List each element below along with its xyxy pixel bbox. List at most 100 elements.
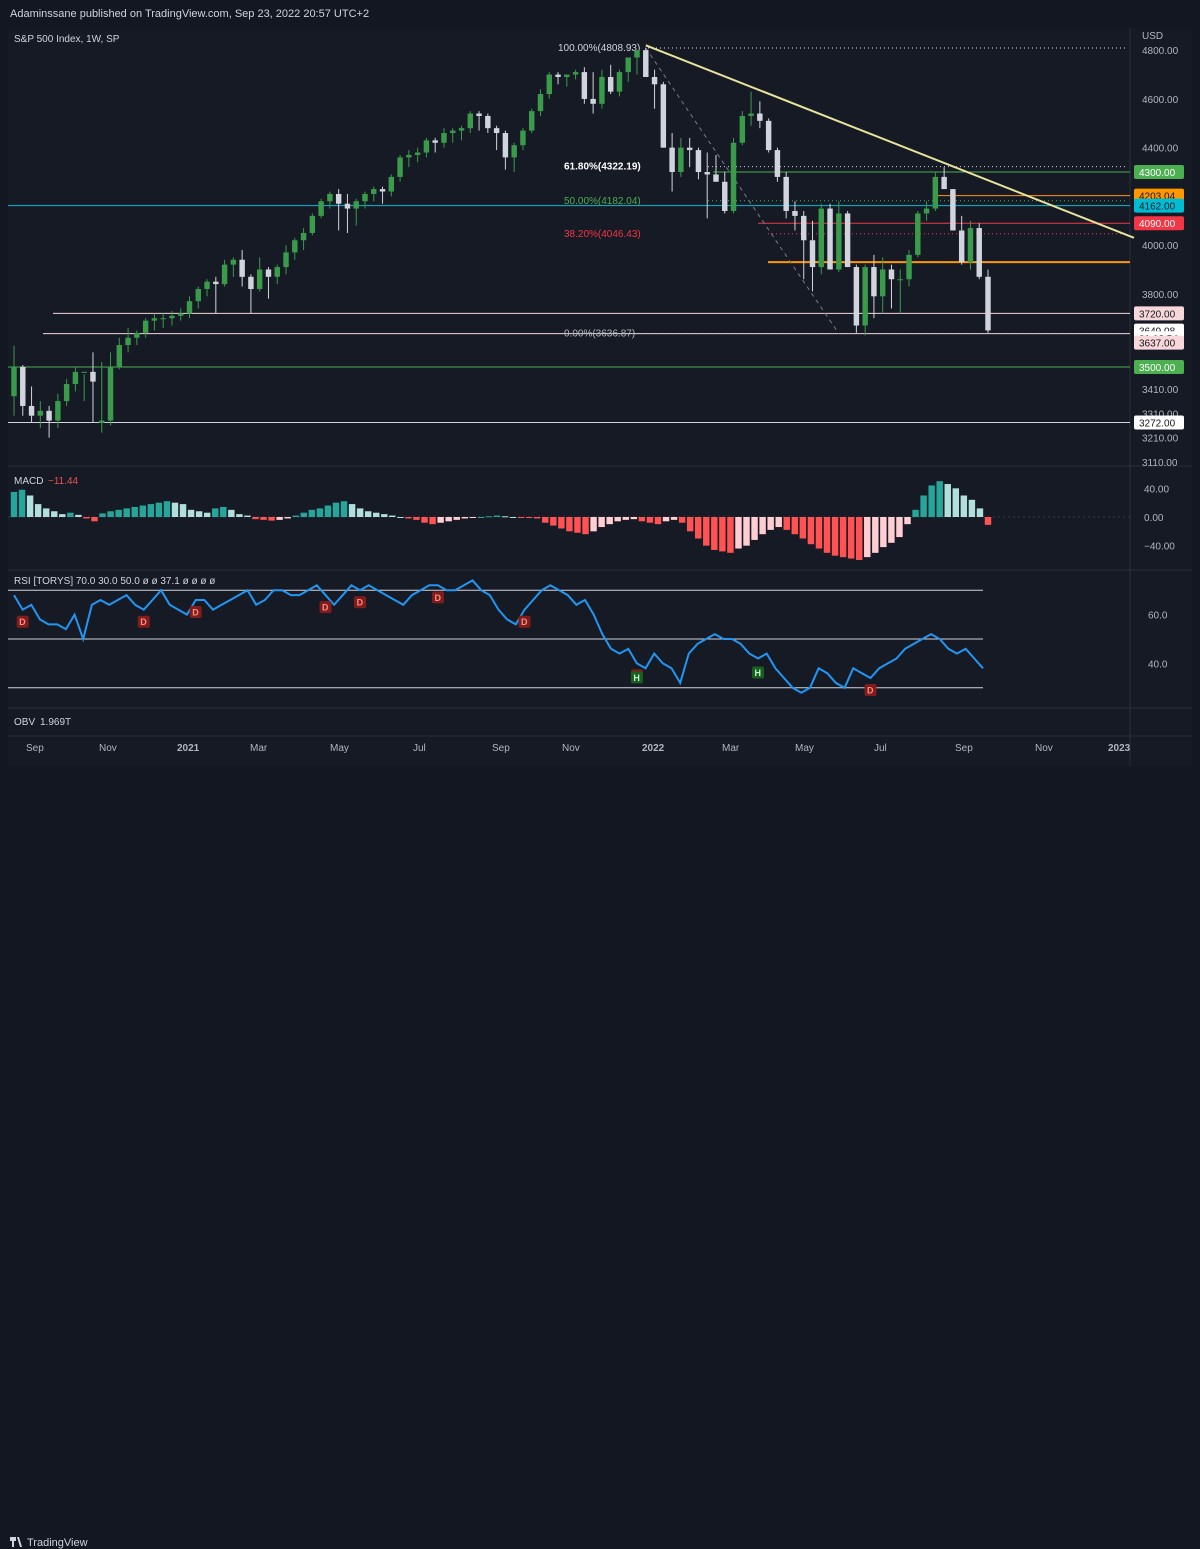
candle-body <box>55 401 61 421</box>
candle-body <box>625 57 631 73</box>
candle-body <box>63 384 70 402</box>
tradingview-logo[interactable]: TradingView <box>10 1537 88 1549</box>
macd-bar <box>18 489 26 517</box>
macd-bar <box>670 517 678 520</box>
divergence-marker-label: H <box>755 668 762 678</box>
candle-body <box>739 115 746 143</box>
price-tick-label: 4600.00 <box>1142 95 1179 106</box>
candle-body <box>265 269 272 277</box>
currency-label: USD <box>1142 31 1163 42</box>
header-bar: Adaminssane published on TradingView.com… <box>0 0 1200 28</box>
macd-bar <box>67 512 74 517</box>
macd-bar <box>864 517 871 558</box>
macd-bar <box>783 517 790 530</box>
time-axis-label: Mar <box>722 743 740 754</box>
candle-body <box>967 228 974 263</box>
tradingview-icon <box>10 1537 22 1547</box>
chart-svg[interactable]: S&P 500 Index, 1W, SP USD 4800.00 4600.00 44… <box>8 28 1192 768</box>
obv-value: 1.969T <box>40 717 71 728</box>
candle-body <box>46 410 52 421</box>
macd-bar <box>220 506 227 517</box>
macd-bar <box>662 517 670 522</box>
macd-bar <box>896 517 903 538</box>
chart-area[interactable]: S&P 500 Index, 1W, SP USD 4800.00 4600.00 44… <box>8 28 1192 768</box>
candle-body <box>178 313 184 316</box>
footer-bar: TradingView <box>0 766 1200 1549</box>
candle-body <box>256 269 263 289</box>
divergence-marker-label: D <box>434 593 441 603</box>
macd-bar <box>960 495 968 517</box>
time-axis-label: Nov <box>99 743 117 754</box>
macd-bar <box>807 517 815 545</box>
candle-body <box>327 193 333 202</box>
price-label-text: 3637.00 <box>1139 339 1176 350</box>
macd-bar <box>453 517 460 520</box>
candle-body <box>90 371 96 382</box>
time-axis-label: 2023 <box>1108 743 1131 754</box>
macd-bar <box>324 505 332 517</box>
macd-bar <box>815 517 823 549</box>
candle-body <box>844 213 851 268</box>
candle-body <box>616 72 623 92</box>
time-axis-label: May <box>330 743 349 754</box>
macd-bar <box>638 517 646 522</box>
macd-bar <box>437 517 444 523</box>
macd-bar <box>598 517 605 528</box>
macd-bar <box>228 509 235 517</box>
candle-body <box>783 176 789 212</box>
candle-body <box>467 113 474 129</box>
candle-body <box>423 140 430 153</box>
price-label-text: 4162.00 <box>1139 202 1176 213</box>
price-tick-label: 3210.00 <box>1142 434 1179 445</box>
price-label-text: 4300.00 <box>1139 168 1176 179</box>
macd-bar <box>566 517 573 532</box>
macd-bar <box>727 517 734 553</box>
rsi-tick-label: 40.0 <box>1148 659 1168 670</box>
macd-bar <box>292 515 299 517</box>
macd-bar <box>413 517 420 520</box>
candle-body <box>441 133 447 143</box>
candle-body <box>669 147 675 173</box>
divergence-marker-label: D <box>867 686 874 696</box>
candle-body <box>414 152 421 155</box>
macd-bar <box>397 517 404 518</box>
candle-body <box>607 76 614 92</box>
macd-bar <box>888 517 895 543</box>
macd-bar <box>244 515 251 517</box>
price-tick-label: 3110.00 <box>1142 458 1178 469</box>
chart-title: S&P 500 Index, 1W, SP <box>14 34 120 45</box>
candle-body <box>827 208 833 270</box>
macd-bar <box>550 517 557 526</box>
macd-bar <box>936 481 943 517</box>
macd-bar <box>236 514 243 517</box>
macd-bar <box>83 517 90 519</box>
candle-body <box>142 320 149 333</box>
macd-bar <box>381 514 388 517</box>
candle-body <box>695 150 702 173</box>
time-axis-label: Sep <box>492 743 510 754</box>
candle-body <box>432 140 438 143</box>
macd-bar <box>260 517 267 520</box>
macd-bar <box>582 517 589 535</box>
candle-body <box>704 172 710 175</box>
price-tick-label: 4400.00 <box>1142 144 1179 155</box>
candle-body <box>748 113 754 116</box>
candle-body <box>160 318 166 320</box>
tradingview-brand: TradingView <box>27 1537 88 1549</box>
macd-bar <box>767 517 774 530</box>
macd-bar <box>614 517 621 522</box>
macd-bar <box>163 501 171 517</box>
macd-bar <box>332 502 340 517</box>
time-axis-label: Sep <box>955 743 973 754</box>
macd-bar <box>904 517 911 525</box>
macd-bar <box>984 517 992 525</box>
candle-body <box>134 332 140 338</box>
candle-body <box>309 215 316 233</box>
obv-title: OBV <box>14 717 35 728</box>
price-label-text: 3272.00 <box>1139 419 1176 430</box>
macd-bar <box>880 517 887 548</box>
rsi-line <box>13 579 984 694</box>
candle-body <box>520 130 526 146</box>
candle-body <box>485 115 491 129</box>
candle-body <box>169 315 175 319</box>
